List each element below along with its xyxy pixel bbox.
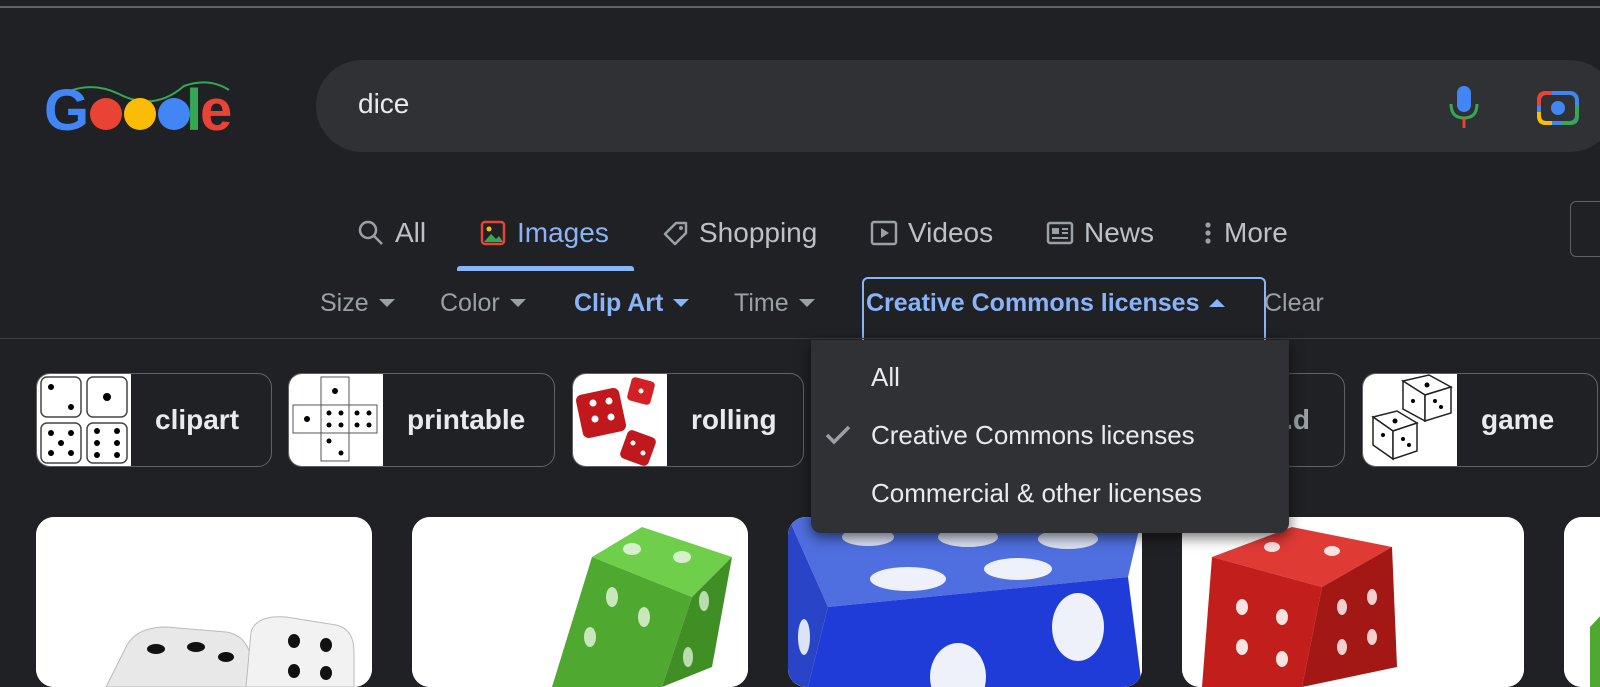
- dropdown-option-creative-commons[interactable]: Creative Commons licenses: [811, 408, 1289, 462]
- dropdown-option-commercial[interactable]: Commercial & other licenses: [811, 466, 1289, 520]
- caret-down-icon: [509, 299, 526, 307]
- active-filter-outline: [862, 277, 1266, 343]
- option-label: Creative Commons licenses: [871, 419, 1195, 450]
- more-vert-icon: [1205, 222, 1211, 244]
- search-icon: [358, 220, 383, 245]
- checkmark-icon: [825, 425, 851, 445]
- tab-label: All: [395, 217, 427, 248]
- tab-label: Videos: [908, 217, 994, 248]
- related-chip-printable[interactable]: printable: [288, 373, 555, 467]
- clear-filters-button[interactable]: Clear: [1264, 283, 1324, 323]
- tab-label: News: [1084, 217, 1155, 248]
- image-icon: [480, 220, 506, 246]
- dropdown-option-all[interactable]: All: [811, 350, 1289, 404]
- chip-label: rolling: [691, 404, 777, 435]
- caret-down-icon: [798, 299, 815, 307]
- svg-text:e: e: [200, 78, 232, 140]
- tab-label: Images: [517, 217, 609, 248]
- filter-label: Color: [440, 288, 500, 317]
- tools-button[interactable]: [1570, 201, 1600, 257]
- related-chip-rolling[interactable]: rolling: [572, 373, 804, 467]
- image-result[interactable]: [1564, 517, 1600, 687]
- filter-size[interactable]: Size: [320, 283, 395, 323]
- filter-label: Size: [320, 288, 369, 317]
- tab-more[interactable]: More: [1202, 205, 1288, 261]
- chip-label: game: [1481, 404, 1555, 435]
- header-divider: [0, 338, 1600, 339]
- tab-all[interactable]: All: [357, 205, 426, 261]
- image-result[interactable]: [36, 517, 372, 687]
- tag-icon: [663, 221, 688, 246]
- tab-label: More: [1224, 217, 1288, 248]
- search-input[interactable]: dice: [358, 88, 409, 120]
- tab-label: Shopping: [699, 217, 818, 248]
- filter-label: Clip Art: [574, 288, 664, 317]
- microphone-icon[interactable]: [1448, 84, 1480, 130]
- play-icon: [870, 220, 898, 246]
- chip-label: clipart: [155, 404, 240, 435]
- chip-label: printable: [407, 404, 526, 435]
- caret-down-icon: [673, 299, 690, 307]
- chip-thumbnail: [573, 374, 667, 466]
- filter-type[interactable]: Clip Art: [574, 283, 690, 323]
- caret-down-icon: [378, 299, 395, 307]
- option-label: All: [871, 361, 900, 392]
- filter-time[interactable]: Time: [734, 283, 815, 323]
- tab-news[interactable]: News: [1046, 205, 1154, 261]
- image-result[interactable]: [788, 517, 1142, 687]
- filter-label: Time: [734, 288, 789, 317]
- chip-thumbnail: [37, 374, 131, 466]
- related-chip-clipart[interactable]: clipart: [36, 373, 272, 467]
- svg-text:G: G: [44, 78, 89, 140]
- related-chip-game[interactable]: game: [1362, 373, 1598, 467]
- option-label: Commercial & other licenses: [871, 477, 1202, 508]
- filter-label: Clear: [1264, 288, 1324, 317]
- tab-videos[interactable]: Videos: [870, 205, 993, 261]
- tab-shopping[interactable]: Shopping: [661, 205, 817, 261]
- filter-color[interactable]: Color: [440, 283, 526, 323]
- usage-rights-dropdown: All Creative Commons licenses Commercial…: [811, 340, 1289, 533]
- tab-images[interactable]: Images: [479, 205, 609, 261]
- chip-thumbnail: [1363, 374, 1457, 466]
- chip-thumbnail: [289, 374, 383, 466]
- active-tab-indicator: [457, 266, 634, 271]
- image-result[interactable]: [1182, 517, 1524, 687]
- search-bar[interactable]: dice: [316, 60, 1600, 152]
- window-top-border: [0, 6, 1600, 8]
- image-result[interactable]: [412, 517, 748, 687]
- newspaper-icon: [1046, 221, 1074, 245]
- google-doodle-logo[interactable]: G l e: [44, 72, 234, 143]
- camera-lens-icon[interactable]: [1536, 86, 1580, 126]
